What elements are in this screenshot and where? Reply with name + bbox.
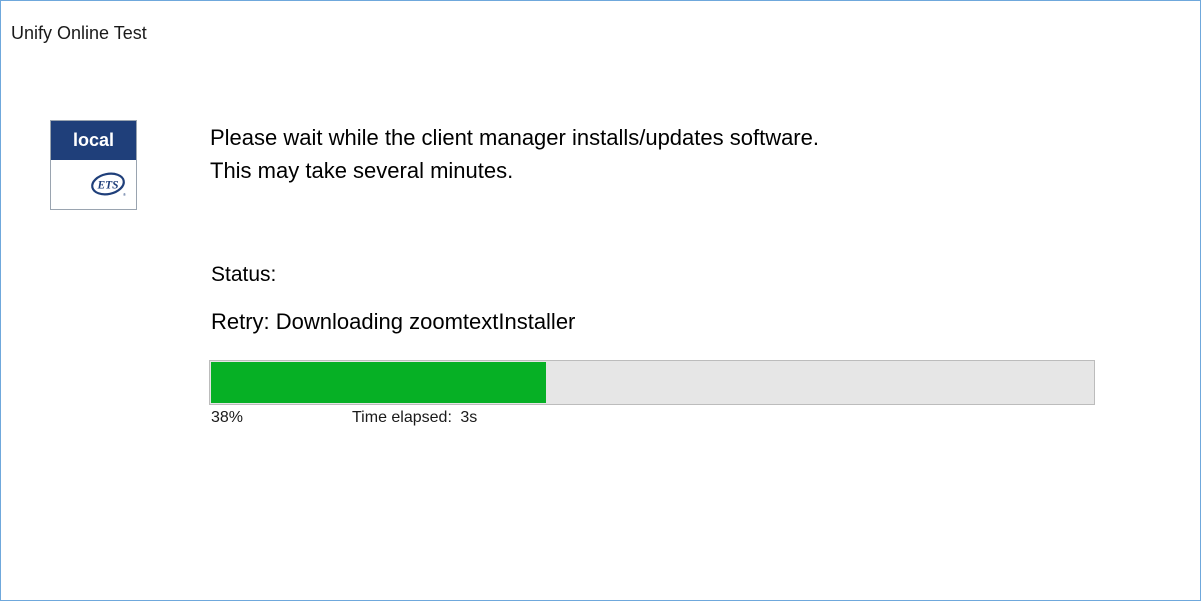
status-text: Retry: Downloading zoomtextInstaller <box>211 309 576 334</box>
time-elapsed-label: Time elapsed: <box>352 409 452 426</box>
window-title: Unify Online Test <box>11 23 147 43</box>
local-ets-logo: local ETS ® <box>50 120 137 210</box>
installer-window: Unify Online Test local ETS ® Please wai… <box>0 0 1201 601</box>
svg-text:®: ® <box>123 192 126 197</box>
time-elapsed-value: 3s <box>460 409 478 426</box>
title-bar: Unify Online Test <box>1 1 1200 61</box>
logo-label: local <box>51 121 136 160</box>
svg-text:ETS: ETS <box>96 180 118 192</box>
status-label: Status: <box>211 263 277 286</box>
ets-logo-icon: ETS ® <box>91 172 126 197</box>
progress-bar <box>209 360 1095 405</box>
time-elapsed: Time elapsed: 3s <box>352 409 477 427</box>
logo-mark-area: ETS ® <box>51 160 136 209</box>
progress-percent: 38% <box>211 409 244 426</box>
wait-message-line-1: Please wait while the client manager ins… <box>210 125 819 150</box>
wait-message: Please wait while the client manager ins… <box>210 121 819 187</box>
progress-bar-fill <box>211 362 546 403</box>
wait-message-line-2: This may take several minutes. <box>210 158 514 183</box>
